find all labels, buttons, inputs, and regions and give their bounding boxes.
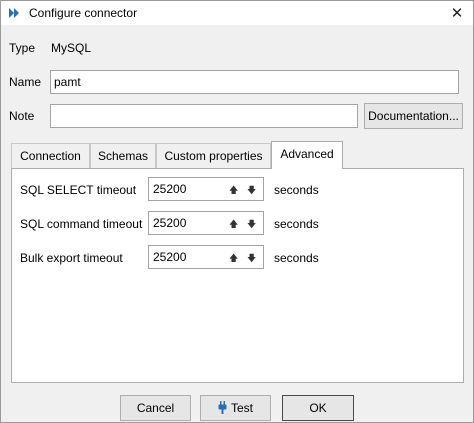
connector-logo-icon [9,8,19,18]
arrow-down-icon[interactable]: 🡇 [247,183,256,199]
bulk-export-timeout-stepper[interactable]: 25200 🡅 🡇 [148,245,264,269]
ok-button[interactable]: OK [282,395,354,421]
arrow-up-icon[interactable]: 🡅 [229,251,238,267]
tab-advanced[interactable]: Advanced [271,141,343,169]
sql-command-timeout-value[interactable]: 25200 [153,216,186,230]
tab-connection[interactable]: Connection [11,143,90,168]
cancel-button[interactable]: Cancel [120,395,191,421]
seconds-unit: seconds [274,251,319,265]
name-label: Name [9,75,42,89]
sql-select-timeout-stepper[interactable]: 25200 🡅 🡇 [148,177,264,201]
note-field[interactable] [50,104,358,128]
advanced-panel: SQL SELECT timeout 25200 🡅 🡇 seconds SQL… [11,168,464,383]
arrow-down-icon[interactable]: 🡇 [247,251,256,267]
arrow-down-icon[interactable]: 🡇 [247,217,256,233]
sql-command-timeout-label: SQL command timeout [20,217,143,231]
seconds-unit: seconds [274,217,319,231]
bulk-export-timeout-value[interactable]: 25200 [153,250,186,264]
title-bar: Configure connector ✕ [1,1,473,25]
tab-custom-properties[interactable]: Custom properties [156,143,271,168]
arrow-up-icon[interactable]: 🡅 [229,217,238,233]
seconds-unit: seconds [274,183,319,197]
arrow-up-icon[interactable]: 🡅 [229,183,238,199]
type-label: Type [9,41,36,55]
test-button[interactable]: Test [200,395,271,421]
bulk-export-timeout-label: Bulk export timeout [20,251,123,265]
test-label: Test [230,401,253,415]
sql-select-timeout-label: SQL SELECT timeout [20,183,137,197]
window-title: Configure connector [29,6,138,20]
tab-schemas[interactable]: Schemas [90,143,156,168]
documentation-button[interactable]: Documentation... [364,103,463,129]
close-icon[interactable]: ✕ [447,3,467,23]
sql-command-timeout-stepper[interactable]: 25200 🡅 🡇 [148,211,264,235]
configure-connector-dialog: Configure connector ✕ Type MySQL Name pa… [0,0,474,423]
name-field[interactable]: pamt [50,70,459,94]
type-value: MySQL [51,41,92,55]
note-label: Note [9,109,35,123]
sql-select-timeout-value[interactable]: 25200 [153,182,186,196]
plug-icon [218,401,227,414]
